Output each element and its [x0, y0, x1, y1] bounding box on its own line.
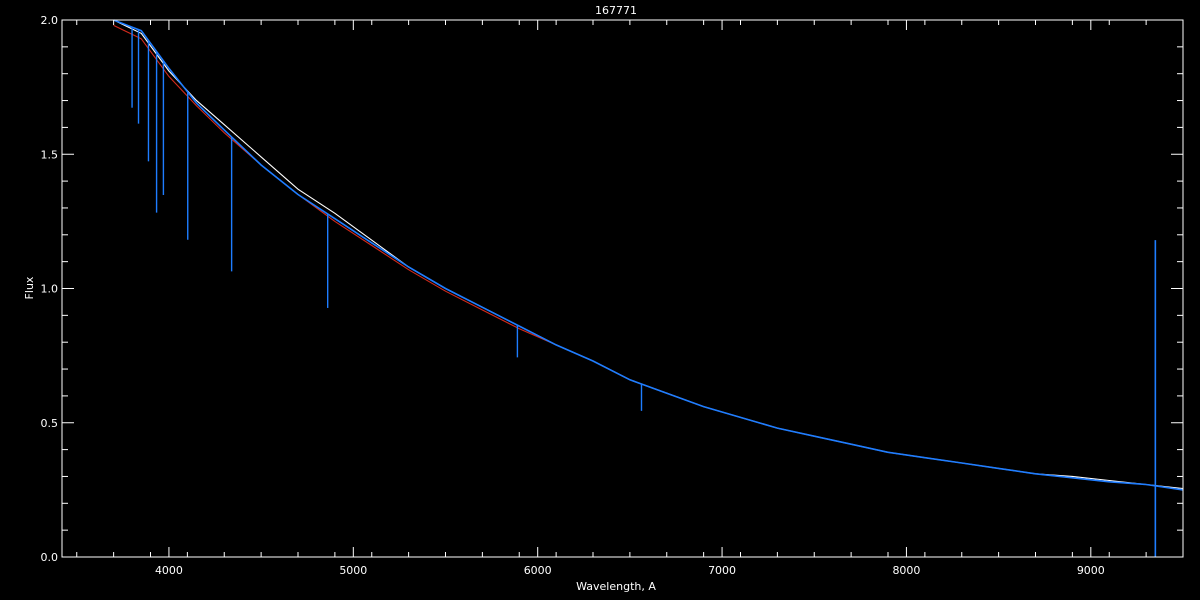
x-tick-label-3: 7000	[708, 564, 736, 577]
chart-title: 167771	[595, 4, 637, 17]
x-axis-label: Wavelength, A	[576, 580, 656, 593]
plot-area	[113, 19, 1184, 557]
series-line-2	[113, 19, 1184, 491]
series-line-0	[113, 19, 1184, 490]
axis-ticks: 4000 5000 6000 7000 8000 9000 0.0 0.5 1.0 1.5 2.0	[41, 14, 1184, 577]
y-tick-label-2: 1.0	[41, 283, 59, 296]
series-line-1	[113, 24, 1184, 491]
y-tick-label-1: 0.5	[41, 417, 59, 430]
y-axis-label: Flux	[23, 276, 36, 299]
spectrum-chart: 167771 4000 5000 6000 7000 8000 9000 0.0 0.5 1.0…	[23, 4, 1184, 593]
x-tick-label-2: 6000	[524, 564, 552, 577]
axes-frame	[61, 19, 1184, 558]
x-tick-label-0: 4000	[155, 564, 183, 577]
x-tick-label-5: 9000	[1077, 564, 1105, 577]
x-tick-label-4: 8000	[892, 564, 920, 577]
y-tick-label-3: 1.5	[41, 148, 59, 161]
x-tick-label-1: 5000	[339, 564, 367, 577]
y-tick-label-0: 0.0	[41, 551, 59, 564]
y-tick-label-4: 2.0	[41, 14, 59, 27]
